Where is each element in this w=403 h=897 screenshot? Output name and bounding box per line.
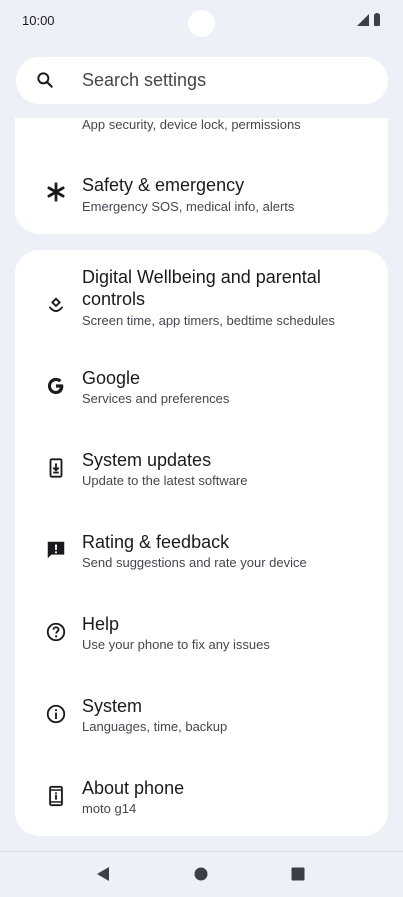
settings-item-subtitle: App security, device lock, permissions (82, 117, 301, 132)
settings-item-subtitle: Use your phone to fix any issues (82, 637, 270, 652)
settings-item-subtitle: Send suggestions and rate your device (82, 555, 307, 570)
settings-item-rating-feedback[interactable]: Rating & feedback Send suggestions and r… (15, 529, 388, 573)
settings-item-title: System (82, 696, 143, 716)
settings-item-about-phone[interactable]: About phone moto g14 (15, 775, 388, 819)
recents-icon[interactable] (289, 865, 307, 883)
help-icon (46, 622, 66, 642)
settings-item-subtitle: Screen time, app timers, bedtime schedul… (82, 313, 335, 328)
settings-item-title: Safety & emergency (82, 175, 245, 195)
settings-item-title: Rating & feedback (82, 532, 230, 552)
navigation-bar (0, 851, 403, 897)
feedback-icon (47, 541, 65, 559)
search-bar[interactable]: Search settings (16, 57, 388, 104)
settings-item-google[interactable]: Google Services and preferences (15, 365, 388, 409)
status-bar: 10:00 (0, 0, 403, 44)
settings-card-security-safety: App security, device lock, permissions S… (15, 117, 388, 234)
asterisk-icon (47, 182, 65, 202)
settings-item-security[interactable]: App security, device lock, permissions (15, 100, 388, 146)
phone-info-icon (49, 785, 63, 807)
signal-icon (357, 13, 369, 26)
settings-item-subtitle: Languages, time, backup (82, 719, 228, 734)
status-icons (357, 13, 381, 26)
settings-item-title: Digital Wellbeing and parental controls (82, 267, 321, 309)
settings-item-digital-wellbeing[interactable]: Digital Wellbeing and parental controls … (15, 266, 388, 332)
settings-item-subtitle: Emergency SOS, medical info, alerts (82, 199, 295, 214)
settings-item-safety-emergency[interactable]: Safety & emergency Emergency SOS, medica… (15, 166, 388, 222)
system-update-icon (49, 458, 63, 478)
status-time: 10:00 (22, 13, 55, 28)
search-icon (37, 72, 53, 88)
battery-icon (374, 13, 380, 26)
settings-item-system[interactable]: System Languages, time, backup (15, 693, 388, 737)
settings-item-title: Google (82, 368, 141, 388)
settings-item-title: System updates (82, 450, 212, 470)
back-icon[interactable] (94, 865, 112, 883)
settings-item-subtitle: Update to the latest software (82, 473, 248, 488)
settings-card-main: Digital Wellbeing and parental controls … (15, 250, 388, 836)
info-icon (46, 704, 66, 724)
settings-item-subtitle: moto g14 (82, 801, 137, 816)
settings-item-help[interactable]: Help Use your phone to fix any issues (15, 611, 388, 655)
settings-item-title: About phone (82, 778, 185, 798)
wellbeing-icon (48, 297, 64, 312)
settings-item-title: Help (82, 614, 120, 634)
settings-item-subtitle: Services and preferences (82, 391, 230, 406)
front-camera-cutout (188, 10, 215, 37)
search-input[interactable]: Search settings (82, 70, 206, 91)
home-icon[interactable] (192, 865, 210, 883)
google-icon (47, 377, 64, 395)
settings-item-system-updates[interactable]: System updates Update to the latest soft… (15, 447, 388, 491)
